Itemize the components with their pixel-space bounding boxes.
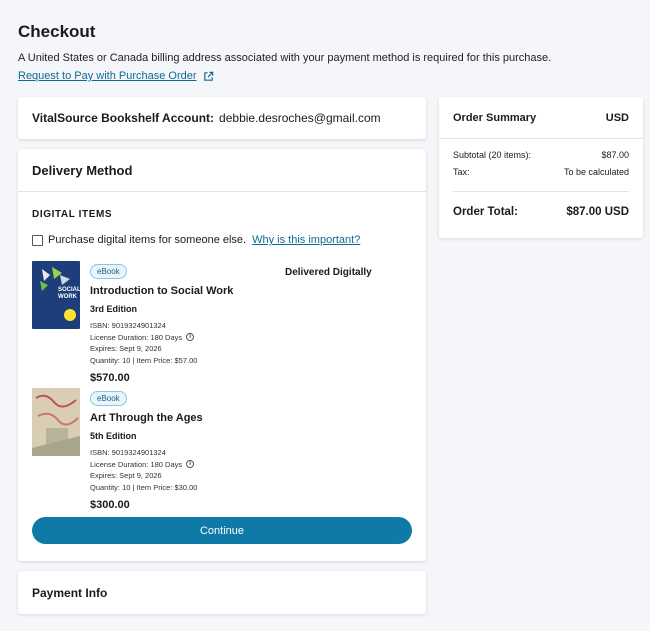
subtotal-label: Subtotal (20 items): <box>453 150 532 160</box>
item-edition: 3rd Edition <box>90 304 137 314</box>
item-expires: Expires: Sept 9, 2026 <box>90 471 162 480</box>
gift-option-row: Purchase digital items for someone else.… <box>32 234 360 246</box>
digital-items-label: DIGITAL ITEMS <box>32 209 113 220</box>
subtotal-row: Subtotal (20 items): $87.00 <box>439 150 643 160</box>
order-total-label: Order Total: <box>453 206 518 218</box>
cart-item: eBook Art Through the Ages 5th Edition I… <box>32 388 412 511</box>
tax-value: To be calculated <box>563 167 629 177</box>
item-meta: ISBN: 9019324901324 License Duration: 18… <box>90 320 233 366</box>
order-summary-title: Order Summary <box>453 111 537 124</box>
account-card: VitalSource Bookshelf Account: debbie.de… <box>18 97 426 139</box>
purchase-order-link[interactable]: Request to Pay with Purchase Order <box>18 70 214 82</box>
item-license: License Duration: 180 Days <box>90 332 183 342</box>
tax-label: Tax: <box>453 167 470 177</box>
license-row: License Duration: 180 Days i <box>90 332 233 344</box>
item-isbn: ISBN: 9019324901324 <box>90 321 166 330</box>
item-details: eBook Introduction to Social Work 3rd Ed… <box>90 261 233 384</box>
gift-checkbox[interactable] <box>32 234 43 246</box>
item-quantity-price: Quantity: 10 | Item Price: $57.00 <box>90 355 198 365</box>
info-icon[interactable]: i <box>186 460 195 469</box>
delivered-digitally-label: Delivered Digitally <box>285 267 372 278</box>
item-isbn: ISBN: 9019324901324 <box>90 448 166 457</box>
continue-button[interactable]: Continue <box>32 517 412 544</box>
item-expires: Expires: Sept 9, 2026 <box>90 344 162 353</box>
item-price: $570.00 <box>90 372 130 384</box>
page-title: Checkout <box>18 22 96 41</box>
account-label: VitalSource Bookshelf Account: <box>32 111 215 125</box>
external-link-icon <box>203 71 213 81</box>
billing-notice: A United States or Canada billing addres… <box>18 52 552 64</box>
currency-label: USD <box>605 111 629 124</box>
delivery-method-card: Delivery Method DIGITAL ITEMS Purchase d… <box>18 149 426 561</box>
item-title: Introduction to Social Work <box>90 285 234 297</box>
payment-info-card[interactable]: Payment Info <box>18 571 426 614</box>
book-cover <box>32 388 80 456</box>
order-total-row: Order Total: $87.00 USD <box>439 206 643 218</box>
summary-divider <box>453 191 629 192</box>
account-email: debbie.desroches@gmail.com <box>219 111 381 125</box>
cart-item: SOCIAL WORK eBook Introduction to Social… <box>32 261 412 384</box>
item-details: eBook Art Through the Ages 5th Edition I… <box>90 388 203 511</box>
ebook-badge: eBook <box>90 391 127 406</box>
item-license: License Duration: 180 Days <box>90 459 183 469</box>
purchase-order-link-label[interactable]: Request to Pay with Purchase Order <box>18 70 197 82</box>
subtotal-value: $87.00 <box>601 150 629 160</box>
info-icon[interactable]: i <box>186 333 195 342</box>
item-price: $300.00 <box>90 499 130 511</box>
item-title: Art Through the Ages <box>90 412 203 424</box>
order-summary-header: Order Summary USD <box>439 97 643 139</box>
ebook-badge: eBook <box>90 264 127 279</box>
order-summary-card: Order Summary USD Subtotal (20 items): $… <box>439 97 643 238</box>
item-quantity-price: Quantity: 10 | Item Price: $30.00 <box>90 482 198 492</box>
item-edition: 5th Edition <box>90 431 137 441</box>
item-meta: ISBN: 9019324901324 License Duration: 18… <box>90 447 203 493</box>
tax-row: Tax: To be calculated <box>439 167 643 177</box>
gift-label: Purchase digital items for someone else. <box>48 234 247 246</box>
cover-title: SOCIAL WORK <box>58 287 80 300</box>
license-row: License Duration: 180 Days i <box>90 459 203 471</box>
order-total-value: $87.00 USD <box>566 206 629 218</box>
book-cover: SOCIAL WORK <box>32 261 80 329</box>
why-important-link[interactable]: Why is this important? <box>252 234 360 246</box>
payment-info-title: Payment Info <box>32 585 108 600</box>
delivery-method-title: Delivery Method <box>18 149 426 192</box>
